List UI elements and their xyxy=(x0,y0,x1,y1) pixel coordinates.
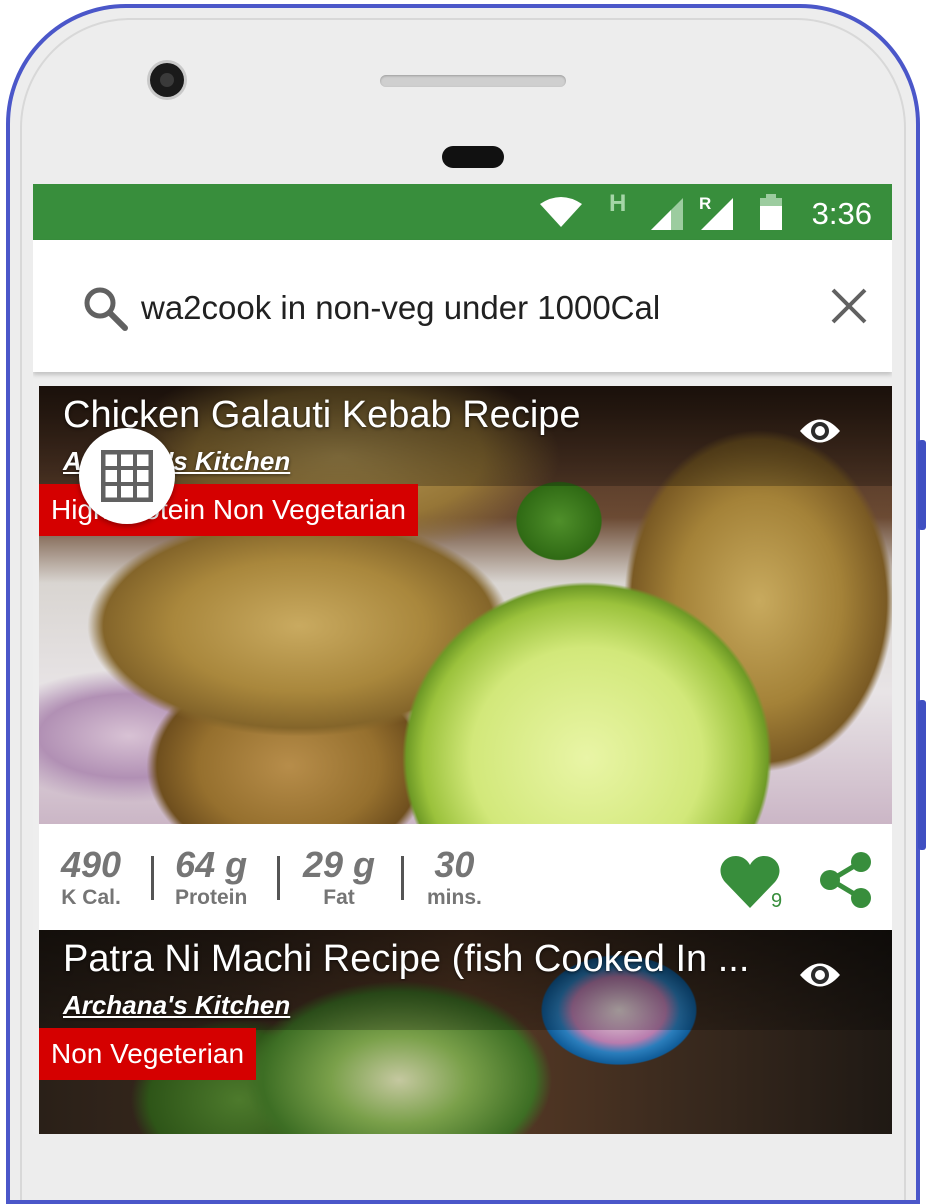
volume-button xyxy=(918,700,926,850)
clock-time: 3:36 xyxy=(811,196,872,231)
recipe-card[interactable]: Chicken Galauti Kebab Recipe Archana's K… xyxy=(39,386,892,930)
category-tag: Non Vegeterian xyxy=(39,1028,257,1080)
like-count: 9 xyxy=(771,890,783,912)
calories-label: K Cal. xyxy=(61,886,121,909)
calories-stat: 490 K Cal. xyxy=(61,846,121,912)
eye-icon[interactable] xyxy=(798,414,842,448)
stat-divider xyxy=(401,856,404,900)
recipe-author-link[interactable]: Archana's Kitchen xyxy=(63,990,290,1021)
time-label: mins. xyxy=(427,886,482,909)
search-icon[interactable] xyxy=(81,284,129,332)
status-bar: H R 3:36 xyxy=(33,184,892,240)
close-icon[interactable] xyxy=(829,286,869,326)
fat-stat: 29 g Fat xyxy=(303,846,375,912)
calories-value: 490 xyxy=(61,844,122,885)
share-icon[interactable] xyxy=(817,850,875,910)
recipe-image[interactable]: Patra Ni Machi Recipe (fish Cooked In ..… xyxy=(39,930,892,1134)
protein-label: Protein xyxy=(175,886,248,909)
recipe-image[interactable]: Chicken Galauti Kebab Recipe Archana's K… xyxy=(39,386,892,824)
protein-value: 64 g xyxy=(175,844,248,885)
grid-view-button[interactable] xyxy=(79,428,175,524)
stat-divider xyxy=(151,856,154,900)
time-stat: 30 mins. xyxy=(427,846,482,912)
protein-stat: 64 g Protein xyxy=(175,846,247,912)
roaming-signal-icon xyxy=(701,198,733,230)
battery-icon xyxy=(760,194,782,230)
fat-label: Fat xyxy=(323,886,355,909)
app-screen: H R 3:36 wa2cook in non-veg under 1000Ca… xyxy=(33,184,892,1134)
network-type-label: H xyxy=(609,190,627,217)
eye-icon[interactable] xyxy=(798,958,842,992)
fat-value: 29 g xyxy=(303,844,376,885)
nutrition-stats: 490 K Cal. 64 g Protein 29 g Fat 30 mins… xyxy=(39,824,892,930)
search-bar[interactable]: wa2cook in non-veg under 1000Cal xyxy=(33,240,892,372)
recipe-title[interactable]: Patra Ni Machi Recipe (fish Cooked In ..… xyxy=(63,938,749,981)
power-button xyxy=(918,440,926,530)
signal-icon xyxy=(651,198,683,230)
front-camera xyxy=(150,63,184,97)
recipe-card[interactable]: Patra Ni Machi Recipe (fish Cooked In ..… xyxy=(39,930,892,1134)
time-value: 30 xyxy=(434,844,475,885)
stat-divider xyxy=(277,856,280,900)
earpiece xyxy=(442,146,504,168)
grid-icon xyxy=(101,450,153,502)
search-query[interactable]: wa2cook in non-veg under 1000Cal xyxy=(141,289,660,327)
speaker-grill xyxy=(380,75,566,87)
wifi-icon xyxy=(540,197,582,227)
